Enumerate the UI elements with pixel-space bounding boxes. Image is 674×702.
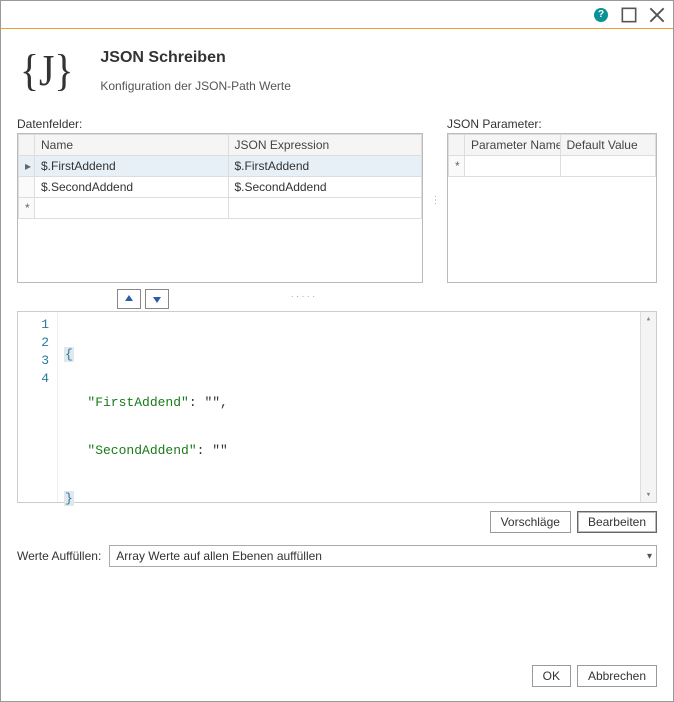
- ok-button[interactable]: OK: [532, 665, 571, 687]
- dialog-window: ? {J} JSON Schreiben Konfiguration der J…: [0, 0, 674, 702]
- col-default-value[interactable]: Default Value: [560, 135, 656, 156]
- dialog-header: {J} JSON Schreiben Konfiguration der JSO…: [17, 45, 657, 93]
- params-label: JSON Parameter:: [447, 117, 657, 131]
- json-logo-icon: {J}: [17, 45, 76, 93]
- table-row-new[interactable]: *: [449, 156, 656, 177]
- row-indicator-icon: ▸: [19, 156, 35, 177]
- titlebar: ?: [1, 1, 673, 29]
- code-area[interactable]: { "FirstAddend": "", "SecondAddend": "" …: [58, 312, 640, 502]
- json-editor[interactable]: 1 2 3 4 { "FirstAddend": "", "SecondAdde…: [17, 311, 657, 503]
- help-icon[interactable]: ?: [593, 7, 609, 23]
- col-name[interactable]: Name: [35, 135, 229, 156]
- vertical-splitter[interactable]: ⋮: [431, 117, 439, 283]
- fill-values-select[interactable]: Array Werte auf allen Ebenen auffüllen ▾: [109, 545, 657, 567]
- line-gutter: 1 2 3 4: [18, 312, 58, 502]
- new-row-icon: *: [449, 156, 465, 177]
- params-grid[interactable]: Parameter Name Default Value *: [447, 133, 657, 283]
- dialog-subtitle: Konfiguration der JSON-Path Werte: [100, 79, 291, 93]
- table-row[interactable]: ▸ $.FirstAddend $.FirstAddend: [19, 156, 422, 177]
- move-down-button[interactable]: [145, 289, 169, 309]
- dialog-footer: OK Abbrechen: [1, 651, 673, 701]
- col-expr[interactable]: JSON Expression: [228, 135, 422, 156]
- table-row-new[interactable]: *: [19, 198, 422, 219]
- cancel-button[interactable]: Abbrechen: [577, 665, 657, 687]
- col-param-name[interactable]: Parameter Name: [465, 135, 561, 156]
- close-icon[interactable]: [649, 7, 665, 23]
- horizontal-splitter[interactable]: ·····: [169, 291, 439, 301]
- scroll-up-icon[interactable]: ▴: [641, 312, 656, 326]
- scroll-down-icon[interactable]: ▾: [641, 488, 656, 502]
- datafields-label: Datenfelder:: [17, 117, 423, 131]
- table-row[interactable]: $.SecondAddend $.SecondAddend: [19, 177, 422, 198]
- fill-values-label: Werte Auffüllen:: [17, 549, 101, 563]
- move-up-button[interactable]: [117, 289, 141, 309]
- maximize-icon[interactable]: [621, 7, 637, 23]
- chevron-down-icon: ▾: [647, 551, 652, 562]
- dialog-title: JSON Schreiben: [100, 49, 291, 67]
- vertical-scrollbar[interactable]: ▴ ▾: [640, 312, 656, 502]
- new-row-icon: *: [19, 198, 35, 219]
- fill-values-selected: Array Werte auf allen Ebenen auffüllen: [116, 549, 322, 563]
- datafields-grid[interactable]: Name JSON Expression ▸ $.FirstAddend $.F…: [17, 133, 423, 283]
